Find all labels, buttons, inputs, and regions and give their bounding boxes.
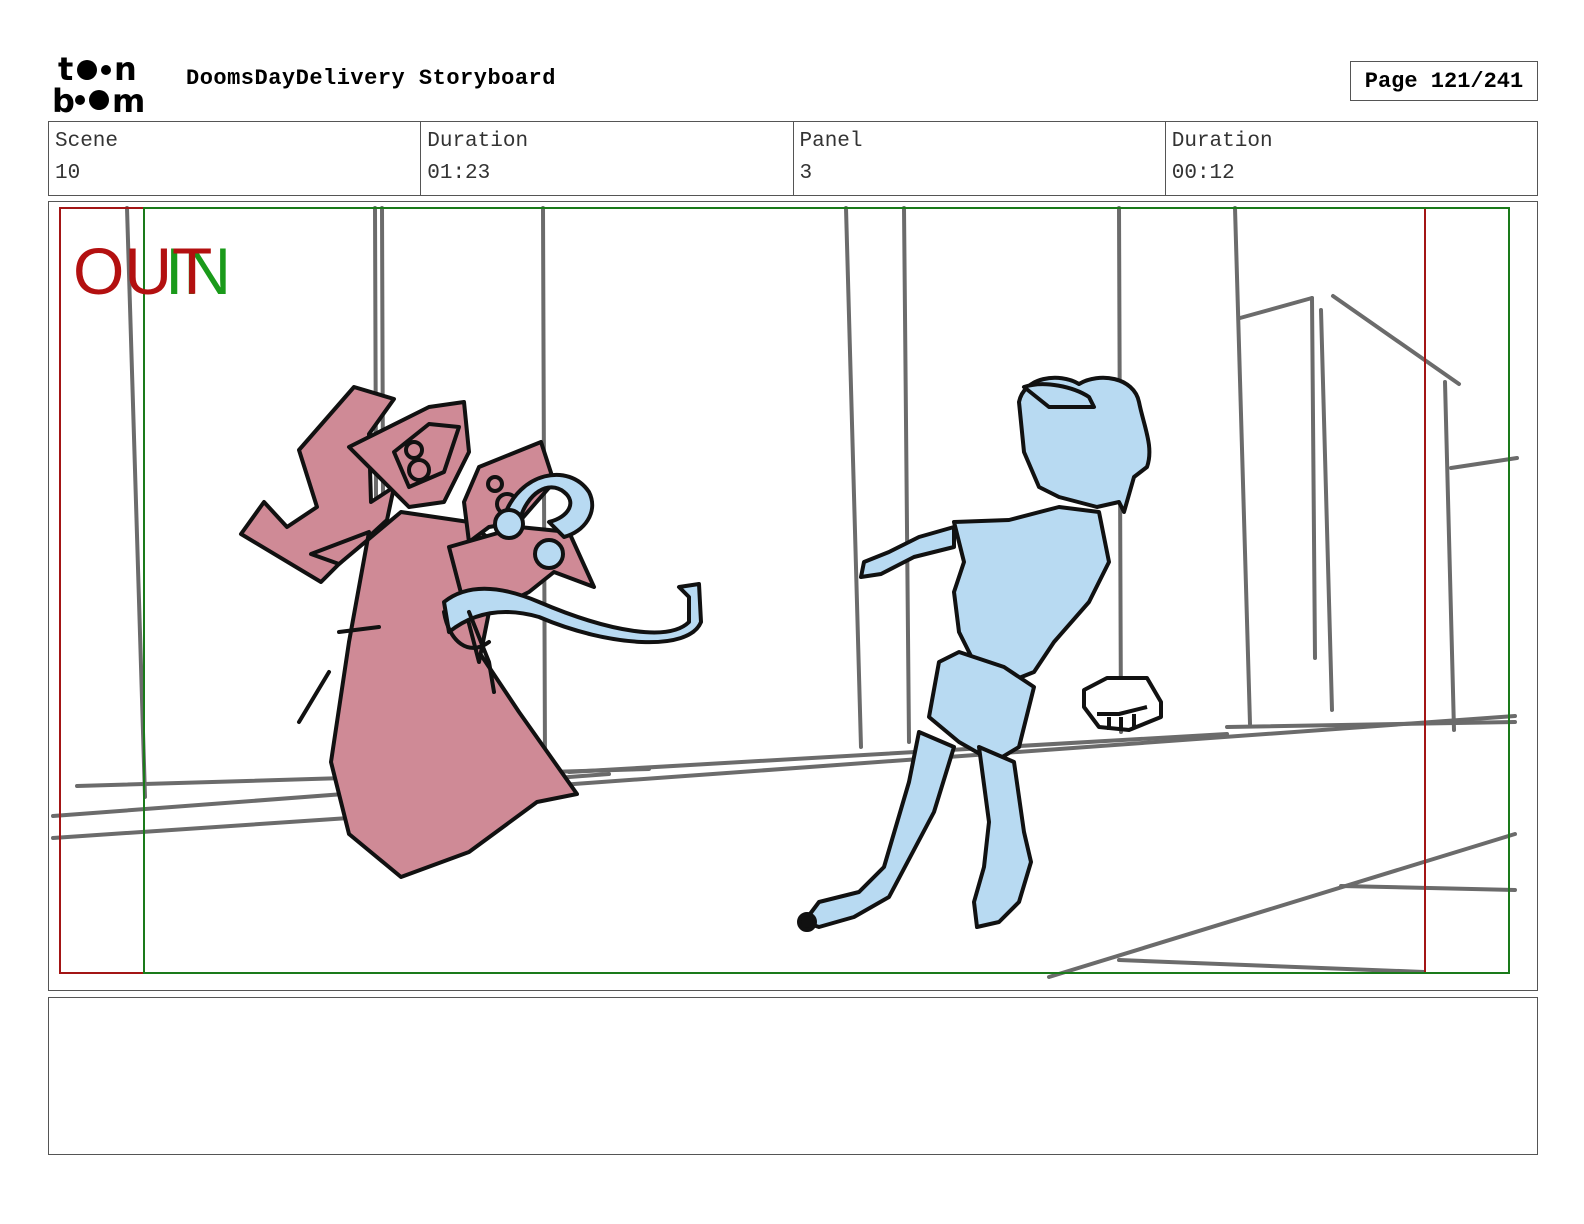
document-title: DoomsDayDelivery Storyboard xyxy=(186,66,556,91)
svg-text:m: m xyxy=(112,82,145,116)
scene-duration-cell: Duration 01:23 xyxy=(421,122,794,195)
scene-cell: Scene 10 xyxy=(49,122,422,195)
storyboard-panel: IN OUT xyxy=(48,201,1538,991)
package-sketch xyxy=(1082,676,1163,732)
svg-text:b: b xyxy=(52,82,75,116)
scene-value: 10 xyxy=(55,162,81,185)
out-frame-label: OUT xyxy=(73,234,212,308)
panel-notes-box xyxy=(48,997,1538,1155)
panel-label: Panel xyxy=(799,130,863,153)
panel-value: 3 xyxy=(799,162,813,185)
scene-duration-label: Duration xyxy=(427,130,529,153)
panel-duration-cell: Duration 00:12 xyxy=(1166,122,1537,195)
background-sketch xyxy=(51,206,1519,979)
panel-sketch: IN OUT xyxy=(51,206,1519,979)
panel-duration-label: Duration xyxy=(1171,130,1273,153)
pink-figures-sketch xyxy=(239,385,596,879)
panel-cell: Panel 3 xyxy=(794,122,1166,195)
scene-label: Scene xyxy=(55,130,119,153)
scene-duration-value: 01:23 xyxy=(427,162,491,185)
panel-duration-value: 00:12 xyxy=(1171,162,1235,185)
in-frame xyxy=(143,207,1510,974)
out-frame xyxy=(59,207,1426,974)
scene-info-row: Scene 10 Duration 01:23 Panel 3 Duration… xyxy=(48,121,1538,196)
page-indicator: Page 121/241 xyxy=(1350,61,1538,101)
toon-boom-logo: t n b m xyxy=(50,50,170,120)
